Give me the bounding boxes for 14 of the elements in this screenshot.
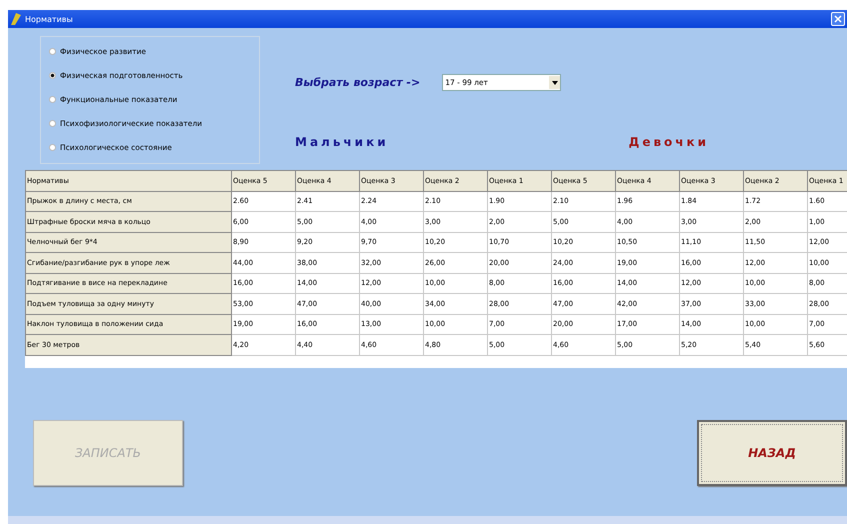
group-heading: Мальчики (295, 135, 389, 149)
radio-button[interactable] (49, 96, 56, 103)
scroll-bar[interactable] (8, 516, 847, 524)
close-button[interactable] (831, 12, 845, 26)
age-label: Выбрать возраст -> (295, 76, 420, 89)
radio-button[interactable] (49, 144, 56, 151)
radio-button[interactable] (49, 48, 56, 55)
window-title: Нормативы (25, 14, 73, 24)
radio-button[interactable] (49, 120, 56, 127)
group-heading: Девочки (628, 135, 710, 149)
dropdown-arrow-icon[interactable] (552, 80, 558, 84)
back-button[interactable]: НАЗАД (697, 420, 847, 486)
radio-button[interactable] (49, 72, 56, 79)
close-icon (834, 15, 842, 23)
